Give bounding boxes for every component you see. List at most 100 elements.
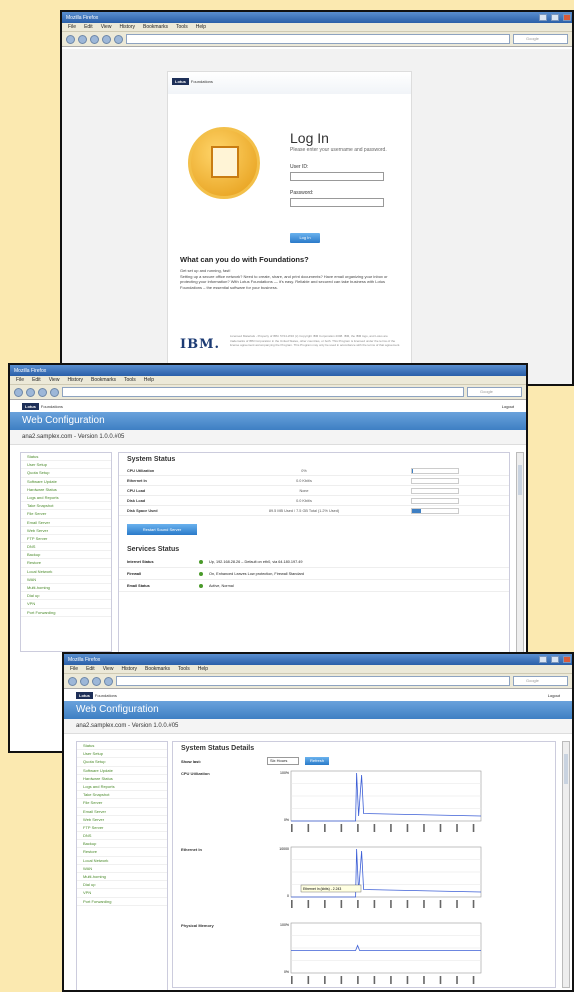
back-icon[interactable]: [66, 34, 75, 44]
password-input[interactable]: [290, 198, 384, 207]
nav-item[interactable]: VPN: [77, 889, 167, 898]
nav-item[interactable]: Hardware Status: [21, 486, 111, 494]
time-range-select[interactable]: Six Hours: [267, 757, 299, 765]
x-tick-label: [406, 900, 409, 908]
nav-item[interactable]: Status: [77, 742, 167, 751]
maximize-button[interactable]: [551, 14, 559, 21]
forward-icon[interactable]: [26, 387, 35, 397]
status-gauge: [411, 467, 459, 474]
nav-item[interactable]: Dial up: [21, 592, 111, 601]
nav-item[interactable]: Logs and Reports: [77, 783, 167, 792]
nav-item[interactable]: Local Network: [77, 857, 167, 865]
nav-item[interactable]: File Server: [77, 799, 167, 808]
nav-item[interactable]: Local Network: [21, 568, 111, 576]
nav-item[interactable]: User Setup: [77, 750, 167, 759]
nav-item[interactable]: FTP Server: [21, 535, 111, 544]
url-bar[interactable]: [116, 676, 510, 686]
back-icon[interactable]: [68, 676, 77, 686]
nav-item[interactable]: User Setup: [21, 461, 111, 470]
reload-icon[interactable]: [90, 34, 99, 44]
minimize-button[interactable]: [539, 656, 547, 663]
nav-item[interactable]: Software Update: [77, 767, 167, 775]
close-button[interactable]: [563, 14, 571, 21]
nav-item[interactable]: Software Update: [21, 478, 111, 486]
nav-item[interactable]: FTP Server: [77, 824, 167, 833]
nav-item[interactable]: Quota Setup: [77, 758, 167, 767]
nav-item[interactable]: File Server: [21, 510, 111, 519]
menu-help[interactable]: Help: [196, 24, 206, 30]
menu-edit[interactable]: Edit: [86, 666, 95, 672]
forward-icon[interactable]: [78, 34, 87, 44]
close-button[interactable]: [563, 656, 571, 663]
menu-history[interactable]: History: [121, 666, 137, 672]
menu-bookmarks[interactable]: Bookmarks: [143, 24, 168, 30]
url-bar[interactable]: [126, 34, 510, 44]
nav-item[interactable]: Dial up: [77, 881, 167, 890]
maximize-button[interactable]: [551, 656, 559, 663]
nav-item[interactable]: Multi-homing: [77, 873, 167, 882]
scrollbar[interactable]: [516, 452, 524, 682]
login-button[interactable]: Log In: [290, 233, 320, 243]
menu-help[interactable]: Help: [198, 666, 208, 672]
nav-item[interactable]: WAN: [77, 865, 167, 873]
stop-icon[interactable]: [102, 34, 111, 44]
nav-item[interactable]: Port Forwarding: [77, 898, 167, 906]
nav-item[interactable]: Hardware Status: [77, 775, 167, 783]
menu-file[interactable]: File: [16, 377, 24, 383]
nav-item[interactable]: Quota Setup: [21, 469, 111, 478]
nav-item[interactable]: Status: [21, 453, 111, 462]
home-icon[interactable]: [114, 34, 123, 44]
back-icon[interactable]: [14, 387, 23, 397]
menu-tools[interactable]: Tools: [124, 377, 136, 383]
forward-icon[interactable]: [80, 676, 89, 686]
refresh-button[interactable]: Refresh: [305, 757, 329, 765]
scrollbar[interactable]: [562, 741, 570, 988]
nav-item[interactable]: Email Server: [21, 519, 111, 527]
nav-item[interactable]: Web Server: [77, 816, 167, 824]
menu-tools[interactable]: Tools: [178, 666, 190, 672]
menu-history[interactable]: History: [119, 24, 135, 30]
menu-view[interactable]: View: [101, 24, 112, 30]
nav-item[interactable]: Logs and Reports: [21, 494, 111, 503]
url-bar[interactable]: [62, 387, 464, 397]
user-id-input[interactable]: [290, 172, 384, 181]
nav-item[interactable]: Take Snapshot: [21, 502, 111, 511]
search-input[interactable]: Google: [513, 676, 568, 686]
menu-history[interactable]: History: [67, 377, 83, 383]
nav-item[interactable]: Backup: [77, 840, 167, 849]
menu-help[interactable]: Help: [144, 377, 154, 383]
menu-bookmarks[interactable]: Bookmarks: [91, 377, 116, 383]
nav-item[interactable]: DNS: [21, 543, 111, 552]
nav-item[interactable]: Backup: [21, 551, 111, 560]
nav-item[interactable]: Restore: [77, 848, 167, 857]
nav-item[interactable]: Restore: [21, 559, 111, 568]
menu-edit[interactable]: Edit: [32, 377, 41, 383]
search-input[interactable]: Google: [467, 387, 522, 397]
menu-view[interactable]: View: [49, 377, 60, 383]
status-row: CPU Utilization 0%: [119, 466, 509, 476]
search-input[interactable]: Google: [513, 34, 568, 44]
reload-icon[interactable]: [92, 676, 101, 686]
nav-item[interactable]: Take Snapshot: [77, 791, 167, 800]
home-icon[interactable]: [104, 676, 113, 686]
menu-file[interactable]: File: [70, 666, 78, 672]
minimize-button[interactable]: [539, 14, 547, 21]
nav-item[interactable]: DNS: [77, 832, 167, 841]
menu-edit[interactable]: Edit: [84, 24, 93, 30]
menu-file[interactable]: File: [68, 24, 76, 30]
nav-item[interactable]: VPN: [21, 600, 111, 609]
restart-button[interactable]: Restart Sound Server: [127, 524, 197, 535]
reload-icon[interactable]: [38, 387, 47, 397]
nav-item[interactable]: Email Server: [77, 808, 167, 816]
logout-link[interactable]: Logout: [548, 693, 560, 698]
nav-item[interactable]: Web Server: [21, 527, 111, 535]
title-bar: Mozilla Firefox: [64, 654, 572, 665]
logout-link[interactable]: Logout: [502, 404, 514, 409]
menu-view[interactable]: View: [103, 666, 114, 672]
nav-item[interactable]: WAN: [21, 576, 111, 584]
home-icon[interactable]: [50, 387, 59, 397]
nav-item[interactable]: Multi-homing: [21, 584, 111, 593]
menu-tools[interactable]: Tools: [176, 24, 188, 30]
nav-item[interactable]: Port Forwarding: [21, 609, 111, 617]
menu-bookmarks[interactable]: Bookmarks: [145, 666, 170, 672]
